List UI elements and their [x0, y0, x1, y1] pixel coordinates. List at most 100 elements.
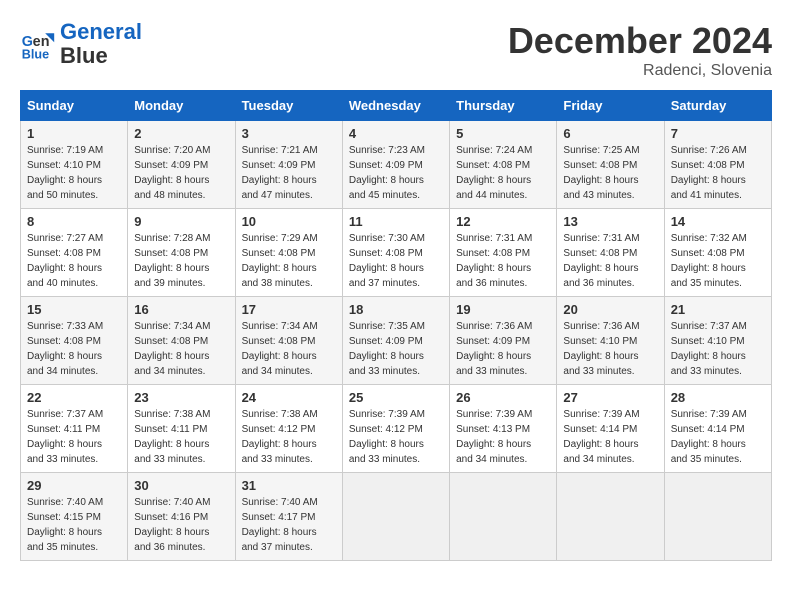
calendar-day-header: Sunday: [21, 91, 128, 121]
logo-text: GeneralBlue: [60, 20, 142, 68]
cell-details: Sunrise: 7:39 AMSunset: 4:13 PMDaylight:…: [456, 407, 550, 467]
calendar-cell: 21Sunrise: 7:37 AMSunset: 4:10 PMDayligh…: [664, 297, 771, 385]
calendar-cell: 4Sunrise: 7:23 AMSunset: 4:09 PMDaylight…: [342, 121, 449, 209]
calendar-cell: 25Sunrise: 7:39 AMSunset: 4:12 PMDayligh…: [342, 385, 449, 473]
calendar-week-row: 29Sunrise: 7:40 AMSunset: 4:15 PMDayligh…: [21, 473, 772, 561]
day-number: 13: [563, 214, 657, 229]
calendar-day-header: Tuesday: [235, 91, 342, 121]
calendar-cell: 3Sunrise: 7:21 AMSunset: 4:09 PMDaylight…: [235, 121, 342, 209]
calendar-week-row: 22 Sunrise: 7:37 AMSunset: 4:11 PMDayligh…: [21, 385, 772, 473]
cell-details: Sunrise: 7:39 AMSunset: 4:14 PMDaylight:…: [563, 407, 657, 467]
cell-details: Sunrise: 7:27 AMSunset: 4:08 PMDaylight:…: [27, 231, 121, 291]
cell-details: Sunrise: 7:26 AMSunset: 4:08 PMDaylight:…: [671, 143, 765, 203]
day-number: 15: [27, 302, 121, 317]
calendar-cell: 17Sunrise: 7:34 AMSunset: 4:08 PMDayligh…: [235, 297, 342, 385]
calendar-cell: 11 Sunrise: 7:30 AMSunset: 4:08 PMDayligh…: [342, 209, 449, 297]
cell-details: Sunrise: 7:20 AMSunset: 4:09 PMDaylight:…: [134, 143, 228, 203]
day-number: 14: [671, 214, 765, 229]
calendar-header-row: SundayMondayTuesdayWednesdayThursdayFrid…: [21, 91, 772, 121]
calendar-cell: 7Sunrise: 7:26 AMSunset: 4:08 PMDaylight…: [664, 121, 771, 209]
cell-details: Sunrise: 7:40 AMSunset: 4:17 PMDaylight:…: [242, 495, 336, 555]
calendar-cell: 15 Sunrise: 7:33 AMSunset: 4:08 PMDayligh…: [21, 297, 128, 385]
cell-details: Sunrise: 7:40 AMSunset: 4:15 PMDaylight:…: [27, 495, 121, 555]
calendar-cell: 5Sunrise: 7:24 AMSunset: 4:08 PMDaylight…: [450, 121, 557, 209]
calendar-cell: 22 Sunrise: 7:37 AMSunset: 4:11 PMDayligh…: [21, 385, 128, 473]
calendar-cell: [557, 473, 664, 561]
day-number: 2: [134, 126, 228, 141]
month-title: December 2024: [508, 20, 772, 62]
calendar-cell: 9Sunrise: 7:28 AMSunset: 4:08 PMDaylight…: [128, 209, 235, 297]
calendar-cell: [664, 473, 771, 561]
calendar-cell: 23Sunrise: 7:38 AMSunset: 4:11 PMDayligh…: [128, 385, 235, 473]
day-number: 26: [456, 390, 550, 405]
cell-details: Sunrise: 7:35 AMSunset: 4:09 PMDaylight:…: [349, 319, 443, 379]
cell-details: Sunrise: 7:36 AMSunset: 4:10 PMDaylight:…: [563, 319, 657, 379]
calendar-cell: 6Sunrise: 7:25 AMSunset: 4:08 PMDaylight…: [557, 121, 664, 209]
cell-details: Sunrise: 7:31 AMSunset: 4:08 PMDaylight:…: [456, 231, 550, 291]
calendar-cell: 20 Sunrise: 7:36 AMSunset: 4:10 PMDayligh…: [557, 297, 664, 385]
cell-details: Sunrise: 7:39 AMSunset: 4:12 PMDaylight:…: [349, 407, 443, 467]
cell-details: Sunrise: 7:37 AMSunset: 4:10 PMDaylight:…: [671, 319, 765, 379]
cell-details: Sunrise: 7:34 AMSunset: 4:08 PMDaylight:…: [134, 319, 228, 379]
location: Radenci, Slovenia: [508, 62, 772, 80]
calendar-cell: 29Sunrise: 7:40 AMSunset: 4:15 PMDayligh…: [21, 473, 128, 561]
cell-details: Sunrise: 7:40 AMSunset: 4:16 PMDaylight:…: [134, 495, 228, 555]
day-number: 11: [349, 214, 443, 229]
calendar-day-header: Wednesday: [342, 91, 449, 121]
calendar-day-header: Monday: [128, 91, 235, 121]
cell-details: Sunrise: 7:23 AMSunset: 4:09 PMDaylight:…: [349, 143, 443, 203]
calendar-cell: 1 Sunrise: 7:19 AMSunset: 4:10 PMDaylight…: [21, 121, 128, 209]
cell-details: Sunrise: 7:24 AMSunset: 4:08 PMDaylight:…: [456, 143, 550, 203]
cell-details: Sunrise: 7:32 AMSunset: 4:08 PMDaylight:…: [671, 231, 765, 291]
day-number: 1: [27, 126, 121, 141]
day-number: 6: [563, 126, 657, 141]
cell-details: Sunrise: 7:31 AMSunset: 4:08 PMDaylight:…: [563, 231, 657, 291]
calendar-cell: 10Sunrise: 7:29 AMSunset: 4:08 PMDayligh…: [235, 209, 342, 297]
day-number: 28: [671, 390, 765, 405]
cell-details: Sunrise: 7:39 AMSunset: 4:14 PMDaylight:…: [671, 407, 765, 467]
calendar-cell: 19 Sunrise: 7:36 AMSunset: 4:09 PMDayligh…: [450, 297, 557, 385]
cell-details: Sunrise: 7:37 AMSunset: 4:11 PMDaylight:…: [27, 407, 121, 467]
cell-details: Sunrise: 7:38 AMSunset: 4:11 PMDaylight:…: [134, 407, 228, 467]
day-number: 16: [134, 302, 228, 317]
cell-details: Sunrise: 7:19 AMSunset: 4:10 PMDaylight:…: [27, 143, 121, 203]
calendar-day-header: Friday: [557, 91, 664, 121]
calendar-cell: 14 Sunrise: 7:32 AMSunset: 4:08 PMDayligh…: [664, 209, 771, 297]
calendar-cell: 28 Sunrise: 7:39 AMSunset: 4:14 PMDayligh…: [664, 385, 771, 473]
cell-details: Sunrise: 7:33 AMSunset: 4:08 PMDaylight:…: [27, 319, 121, 379]
svg-text:Blue: Blue: [22, 48, 49, 62]
day-number: 3: [242, 126, 336, 141]
calendar-cell: 13 Sunrise: 7:31 AMSunset: 4:08 PMDayligh…: [557, 209, 664, 297]
calendar-cell: 2 Sunrise: 7:20 AMSunset: 4:09 PMDaylight…: [128, 121, 235, 209]
title-block: December 2024 Radenci, Slovenia: [508, 20, 772, 80]
calendar-cell: 8 Sunrise: 7:27 AMSunset: 4:08 PMDaylight…: [21, 209, 128, 297]
day-number: 18: [349, 302, 443, 317]
day-number: 19: [456, 302, 550, 317]
day-number: 22: [27, 390, 121, 405]
calendar-body: 1 Sunrise: 7:19 AMSunset: 4:10 PMDaylight…: [21, 121, 772, 561]
day-number: 27: [563, 390, 657, 405]
calendar-cell: 26 Sunrise: 7:39 AMSunset: 4:13 PMDayligh…: [450, 385, 557, 473]
calendar-week-row: 1 Sunrise: 7:19 AMSunset: 4:10 PMDaylight…: [21, 121, 772, 209]
page-header: G e n Blue GeneralBlue December 2024 Rad…: [20, 20, 772, 80]
cell-details: Sunrise: 7:30 AMSunset: 4:08 PMDaylight:…: [349, 231, 443, 291]
day-number: 24: [242, 390, 336, 405]
cell-details: Sunrise: 7:29 AMSunset: 4:08 PMDaylight:…: [242, 231, 336, 291]
cell-details: Sunrise: 7:36 AMSunset: 4:09 PMDaylight:…: [456, 319, 550, 379]
day-number: 20: [563, 302, 657, 317]
calendar-cell: 16 Sunrise: 7:34 AMSunset: 4:08 PMDayligh…: [128, 297, 235, 385]
calendar-cell: [450, 473, 557, 561]
day-number: 30: [134, 478, 228, 493]
calendar-cell: 18 Sunrise: 7:35 AMSunset: 4:09 PMDayligh…: [342, 297, 449, 385]
calendar-cell: [342, 473, 449, 561]
logo: G e n Blue GeneralBlue: [20, 20, 142, 68]
day-number: 31: [242, 478, 336, 493]
cell-details: Sunrise: 7:34 AMSunset: 4:08 PMDaylight:…: [242, 319, 336, 379]
logo-icon: G e n Blue: [20, 26, 56, 62]
calendar-day-header: Saturday: [664, 91, 771, 121]
calendar-cell: 24Sunrise: 7:38 AMSunset: 4:12 PMDayligh…: [235, 385, 342, 473]
calendar-cell: 27 Sunrise: 7:39 AMSunset: 4:14 PMDayligh…: [557, 385, 664, 473]
day-number: 8: [27, 214, 121, 229]
cell-details: Sunrise: 7:28 AMSunset: 4:08 PMDaylight:…: [134, 231, 228, 291]
calendar-day-header: Thursday: [450, 91, 557, 121]
